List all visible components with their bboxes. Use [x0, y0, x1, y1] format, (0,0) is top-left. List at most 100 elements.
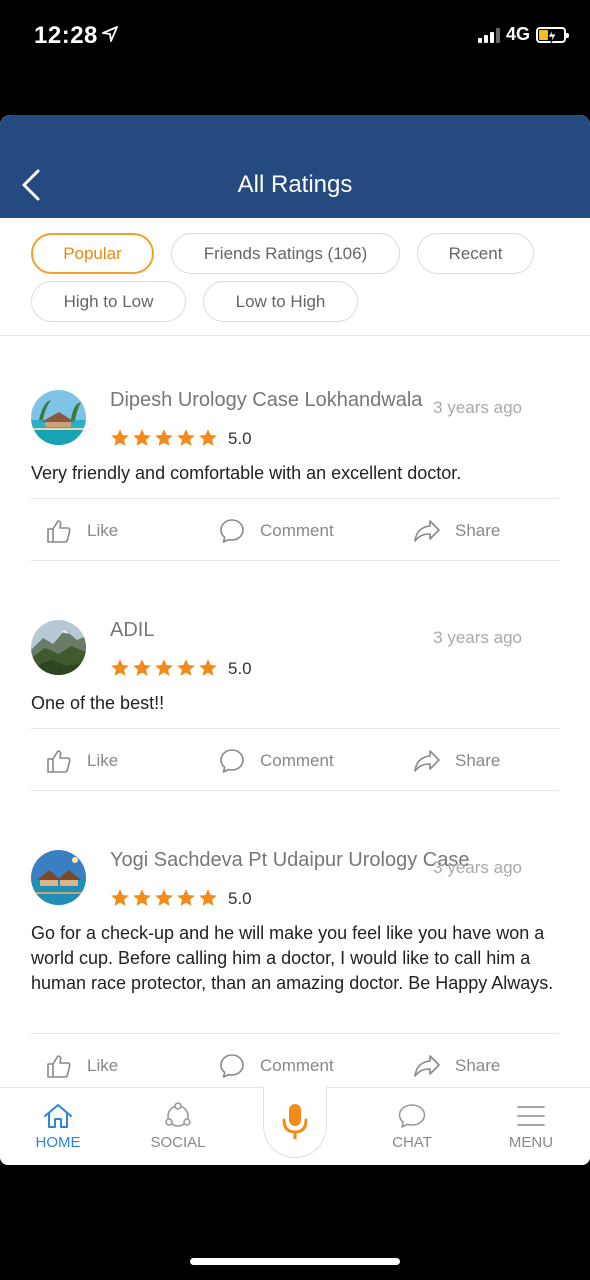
bottom-tab-bar: HOME SOCIAL CHAT MENU [0, 1086, 590, 1165]
star-rating [110, 888, 218, 908]
status-indicators: 4G [477, 24, 569, 45]
rating-value: 5.0 [228, 429, 252, 448]
app-header: All Ratings [0, 115, 590, 218]
microphone-icon [282, 1103, 308, 1139]
star-icon [177, 429, 195, 446]
network-type: 4G [505, 24, 530, 44]
star-icon [133, 889, 151, 906]
divider [31, 728, 559, 729]
like-label: Like [87, 1056, 119, 1075]
star-icon [111, 889, 129, 906]
review-time: 3 years ago [433, 858, 522, 877]
like-button[interactable]: Like [45, 517, 118, 545]
thumbs-up-icon [47, 750, 71, 773]
filter-popular[interactable]: Popular [31, 233, 154, 274]
avatar [31, 850, 86, 905]
review-text: Very friendly and comfortable with an ex… [31, 463, 462, 483]
star-icon [133, 659, 151, 676]
star-icon [199, 429, 217, 446]
share-button[interactable]: Share [413, 747, 500, 775]
review-card: Yogi Sachdeva Pt Udaipur Urology Case 3 … [0, 796, 590, 1096]
filter-recent[interactable]: Recent [417, 233, 534, 274]
like-button[interactable]: Like [45, 747, 118, 775]
divider [31, 498, 559, 499]
review-time: 3 years ago [433, 628, 522, 647]
tab-chat[interactable]: CHAT [367, 1102, 457, 1151]
star-icon [177, 889, 195, 906]
share-label: Share [455, 521, 501, 540]
comment-label: Comment [260, 751, 334, 770]
avatar [31, 620, 86, 675]
comment-button[interactable]: Comment [218, 517, 334, 545]
star-icon [111, 659, 129, 676]
signal-icon [477, 27, 500, 43]
star-icon [133, 429, 151, 446]
star-icon [199, 659, 217, 676]
share-label: Share [455, 751, 501, 770]
divider [31, 790, 559, 791]
status-bar: 12:28 4G [0, 0, 590, 115]
thumbs-up-icon [47, 1055, 71, 1078]
filter-high-to-low[interactable]: High to Low [31, 281, 186, 322]
comment-button[interactable]: Comment [218, 747, 334, 775]
voice-search-button[interactable] [263, 1086, 327, 1158]
rating-value: 5.0 [228, 659, 252, 678]
star-icon [177, 659, 195, 676]
status-time: 12:28 [34, 22, 98, 49]
comment-bubble-icon [220, 1054, 244, 1078]
page-title: All Ratings [237, 171, 353, 198]
hamburger-menu-icon [517, 1106, 545, 1126]
share-arrow-icon [414, 520, 440, 542]
star-icon [199, 889, 217, 906]
filter-low-to-high[interactable]: Low to High [203, 281, 358, 322]
star-rating [110, 428, 218, 448]
comment-bubble-icon [220, 749, 244, 773]
filter-bar: Popular Friends Ratings (106) Recent Hig… [0, 218, 590, 336]
like-button[interactable]: Like [45, 1052, 118, 1080]
filter-friends-ratings[interactable]: Friends Ratings (106) [171, 233, 400, 274]
review-text: One of the best!! [31, 693, 165, 713]
chat-bubble-icon [398, 1104, 426, 1128]
tab-menu-label: MENU [508, 1134, 554, 1151]
review-card: ADIL 3 years ago 5.0 One of the best!! L… [0, 566, 590, 796]
social-network-icon [165, 1102, 191, 1127]
divider [31, 1033, 559, 1034]
star-icon [111, 429, 129, 446]
star-icon [155, 659, 173, 676]
home-icon [44, 1104, 72, 1128]
reviewer-name: ADIL [110, 619, 155, 641]
rating-value: 5.0 [228, 889, 252, 908]
battery-charging-icon [536, 26, 569, 43]
comment-label: Comment [260, 1056, 334, 1075]
comment-bubble-icon [220, 519, 244, 543]
thumbs-up-icon [47, 520, 71, 543]
location-arrow-icon [102, 26, 118, 42]
like-label: Like [87, 751, 119, 770]
home-indicator[interactable] [190, 1258, 400, 1265]
tab-menu[interactable]: MENU [486, 1102, 576, 1151]
review-text: Go for a check-up and he will make you f… [31, 923, 554, 993]
star-icon [155, 889, 173, 906]
star-icon [155, 429, 173, 446]
reviewer-name: Dipesh Urology Case Lokhandwala [110, 389, 423, 411]
reviewer-name: Yogi Sachdeva Pt Udaipur Urology Case [110, 849, 470, 871]
star-rating [110, 658, 218, 678]
share-button[interactable]: Share [413, 517, 500, 545]
tab-home[interactable]: HOME [13, 1102, 103, 1151]
divider [31, 560, 559, 561]
tab-social-label: SOCIAL [150, 1134, 206, 1151]
app-screen: All Ratings Popular Friends Ratings (106… [0, 115, 590, 1165]
comment-label: Comment [260, 521, 334, 540]
share-label: Share [455, 1056, 501, 1075]
share-arrow-icon [414, 1055, 440, 1077]
tab-home-label: HOME [35, 1134, 81, 1151]
share-arrow-icon [414, 750, 440, 772]
tab-social[interactable]: SOCIAL [133, 1102, 223, 1151]
like-label: Like [87, 521, 119, 540]
review-time: 3 years ago [433, 398, 522, 417]
avatar [31, 390, 86, 445]
comment-button[interactable]: Comment [218, 1052, 334, 1080]
tab-chat-label: CHAT [392, 1134, 432, 1151]
review-card: Dipesh Urology Case Lokhandwala 3 years … [0, 336, 590, 566]
share-button[interactable]: Share [413, 1052, 500, 1080]
